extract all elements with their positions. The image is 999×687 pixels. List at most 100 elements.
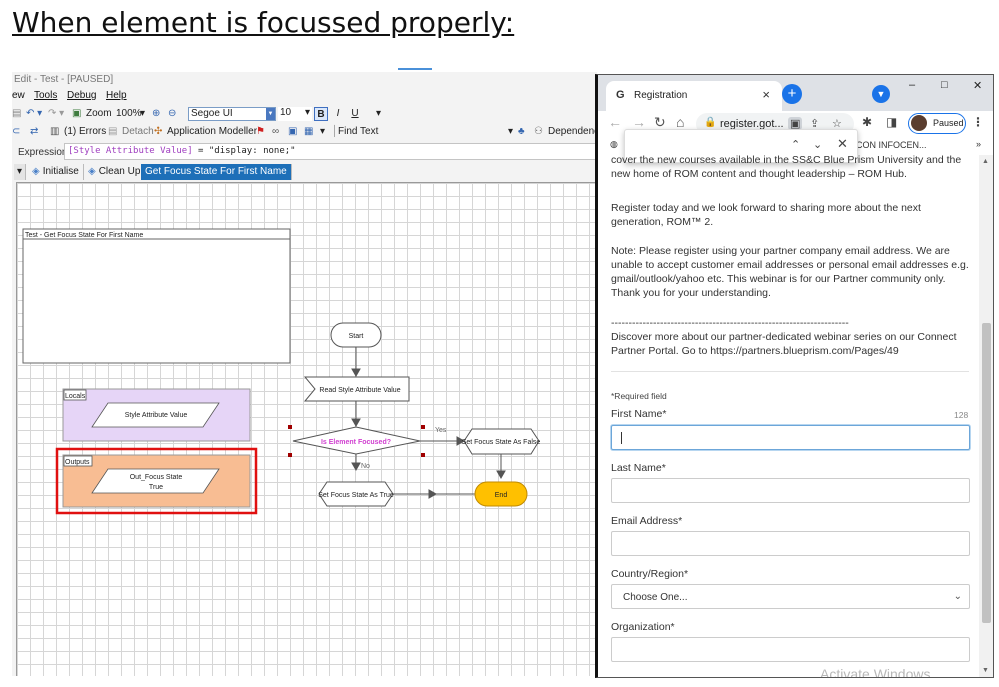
zoom-value[interactable]: 100% [116, 108, 142, 119]
calc-stage-false[interactable]: Set Focus State As False [462, 428, 541, 455]
note-block[interactable]: Test - Get Focus State For First Name [22, 228, 291, 364]
register-paragraph: Register today and we look forward to sh… [611, 202, 921, 228]
menu-help[interactable]: Help [106, 90, 127, 101]
read-stage[interactable]: Read Style Attribute Value [303, 376, 410, 402]
app-modeller-button[interactable]: Application Modeller [167, 126, 257, 137]
email-label: Email Address* [611, 515, 683, 527]
home-icon[interactable]: ⌂ [676, 114, 684, 130]
chevron-down-icon: ▼ [266, 108, 275, 120]
intro-paragraph: cover the new courses available in the S… [611, 154, 962, 180]
locals-block[interactable]: Locals Style Attribute Value [62, 388, 251, 442]
close-window-button[interactable]: ✕ [973, 79, 982, 92]
forward-icon[interactable]: → [632, 114, 646, 130]
end-stage[interactable]: End [474, 481, 528, 507]
grid-dropdown-icon[interactable]: ▾ [320, 126, 325, 137]
menu-view[interactable]: ew [12, 90, 25, 101]
minimize-button[interactable]: – [909, 79, 915, 91]
page-scrollbar[interactable]: ▲ ▼ [979, 155, 993, 677]
side-panel-icon[interactable]: ◨ [886, 115, 897, 129]
organization-label: Organization* [611, 621, 675, 633]
find-previous-icon[interactable]: ⌃ [791, 138, 800, 151]
breakpoint-flag-icon[interactable]: ⚑ [256, 126, 265, 137]
find-next-icon[interactable]: ⌄ [813, 138, 822, 151]
dependencies-dropdown-icon[interactable]: ▾ [508, 126, 513, 137]
blueprism-process-studio: Edit - Test - [PAUSED] ew Tools Debug He… [12, 72, 597, 676]
menu-debug[interactable]: Debug [67, 90, 96, 101]
page-icon: ◈ [88, 166, 96, 177]
bookmarks-overflow[interactable]: » [976, 139, 981, 149]
page-tabs: ▾ ◈ Initialise ◈ Clean Up Get Focus State … [12, 164, 597, 180]
outputs-block[interactable]: Outputs Out_Focus State True [62, 454, 251, 508]
back-icon[interactable]: ← [608, 114, 622, 130]
tab-initialise[interactable]: ◈ Initialise [28, 164, 84, 180]
undo-icon[interactable]: ↶ ▾ [26, 108, 42, 119]
menu-kebab-icon[interactable]: ⋮ [972, 115, 984, 129]
start-stage[interactable]: Start [330, 322, 382, 348]
new-tab-button[interactable]: + [782, 84, 802, 104]
page-icon: ◈ [32, 166, 40, 177]
process-canvas[interactable]: Test - Get Focus State For First Name Lo… [16, 182, 597, 676]
organization-input[interactable] [611, 637, 970, 662]
people-icon: ⚇ [534, 126, 543, 137]
globe-icon[interactable]: ◍ [610, 139, 618, 150]
chain-icon[interactable]: ∞ [272, 126, 279, 137]
first-name-input[interactable] [611, 425, 970, 450]
scroll-up-icon[interactable]: ▲ [982, 158, 989, 165]
svg-text:End: End [495, 492, 508, 499]
note-paragraph: Note: Please register using your partner… [611, 245, 969, 299]
bold-button[interactable]: B [314, 107, 328, 121]
detach-button[interactable]: Detach [122, 126, 154, 137]
menu-tools[interactable]: Tools [34, 90, 57, 101]
bookmark-item[interactable]: CON INFOCEN... [856, 140, 927, 150]
registration-page: cover the new courses available in the S… [598, 154, 979, 677]
screen-icon[interactable]: ▣ [288, 126, 297, 137]
yes-label: Yes [435, 427, 447, 434]
scroll-thumb[interactable] [982, 323, 991, 623]
last-name-label: Last Name* [611, 462, 666, 474]
font-size-select[interactable]: 10 ▾ [278, 107, 312, 121]
country-label: Country/Region* [611, 568, 689, 580]
outputs-label: Outputs [65, 459, 90, 466]
paste-icon[interactable]: ▤ [12, 108, 21, 119]
zoom-in-icon[interactable]: ⊕ [152, 108, 160, 119]
zoom-label: Zoom [86, 108, 112, 119]
zoom-out-icon[interactable]: ⊖ [168, 108, 176, 119]
font-family-select[interactable]: Segoe UI ▼ [188, 107, 276, 121]
calc-stage-true[interactable]: Set Focus State As True [318, 481, 394, 507]
underline-button[interactable]: U [348, 107, 362, 121]
scroll-down-icon[interactable]: ▼ [982, 667, 989, 674]
color-dropdown-icon[interactable]: ▾ [376, 108, 381, 119]
locals-data-item: Style Attribute Value [125, 412, 188, 419]
google-favicon-icon: G [616, 89, 625, 101]
tabs-dropdown-icon[interactable]: ▾ [14, 164, 27, 180]
decision-stage[interactable]: Is Element Focused? [288, 425, 425, 457]
profile-button[interactable]: Paused [908, 113, 966, 134]
dependencies-button[interactable]: Dependenci [548, 126, 597, 137]
app-modeller-icon: ✣ [154, 126, 163, 137]
last-name-input[interactable] [611, 478, 970, 503]
find-close-icon[interactable]: ✕ [837, 136, 848, 152]
refresh-icon[interactable]: ⇄ [30, 126, 38, 137]
zoom-dropdown-icon[interactable]: ▾ [140, 108, 145, 119]
dependencies-icon: ♣ [518, 126, 525, 137]
tab-search-button[interactable]: ▼ [872, 85, 890, 103]
svg-text:Is Element Focused?: Is Element Focused? [321, 439, 391, 446]
redo-icon[interactable]: ↷ ▾ [48, 108, 64, 119]
errors-button[interactable]: (1) Errors [64, 126, 106, 137]
tab-get-focus-state[interactable]: Get Focus State For First Name [141, 164, 292, 180]
text-caret [621, 432, 622, 444]
close-tab-icon[interactable]: × [762, 87, 770, 102]
maximize-button[interactable]: □ [941, 79, 948, 91]
find-text-button[interactable]: Find Text [338, 126, 378, 137]
extensions-icon[interactable]: ✱ [862, 115, 872, 129]
dashes-divider-text: ----------------------------------------… [611, 317, 849, 329]
expression-input[interactable]: [Style Attribute Value] = "display: none… [64, 143, 596, 160]
country-select[interactable]: Choose One... ⌄ [611, 584, 970, 609]
italic-button[interactable]: I [331, 107, 345, 121]
errors-icon: ▥ [50, 126, 60, 137]
tab-clean-up[interactable]: ◈ Clean Up [84, 164, 146, 180]
grid-icon[interactable]: ▦ [304, 126, 313, 137]
link-icon[interactable]: ⊂ [12, 126, 20, 137]
browser-tab-registration[interactable]: G Registration × [606, 81, 782, 111]
email-input[interactable] [611, 531, 970, 556]
